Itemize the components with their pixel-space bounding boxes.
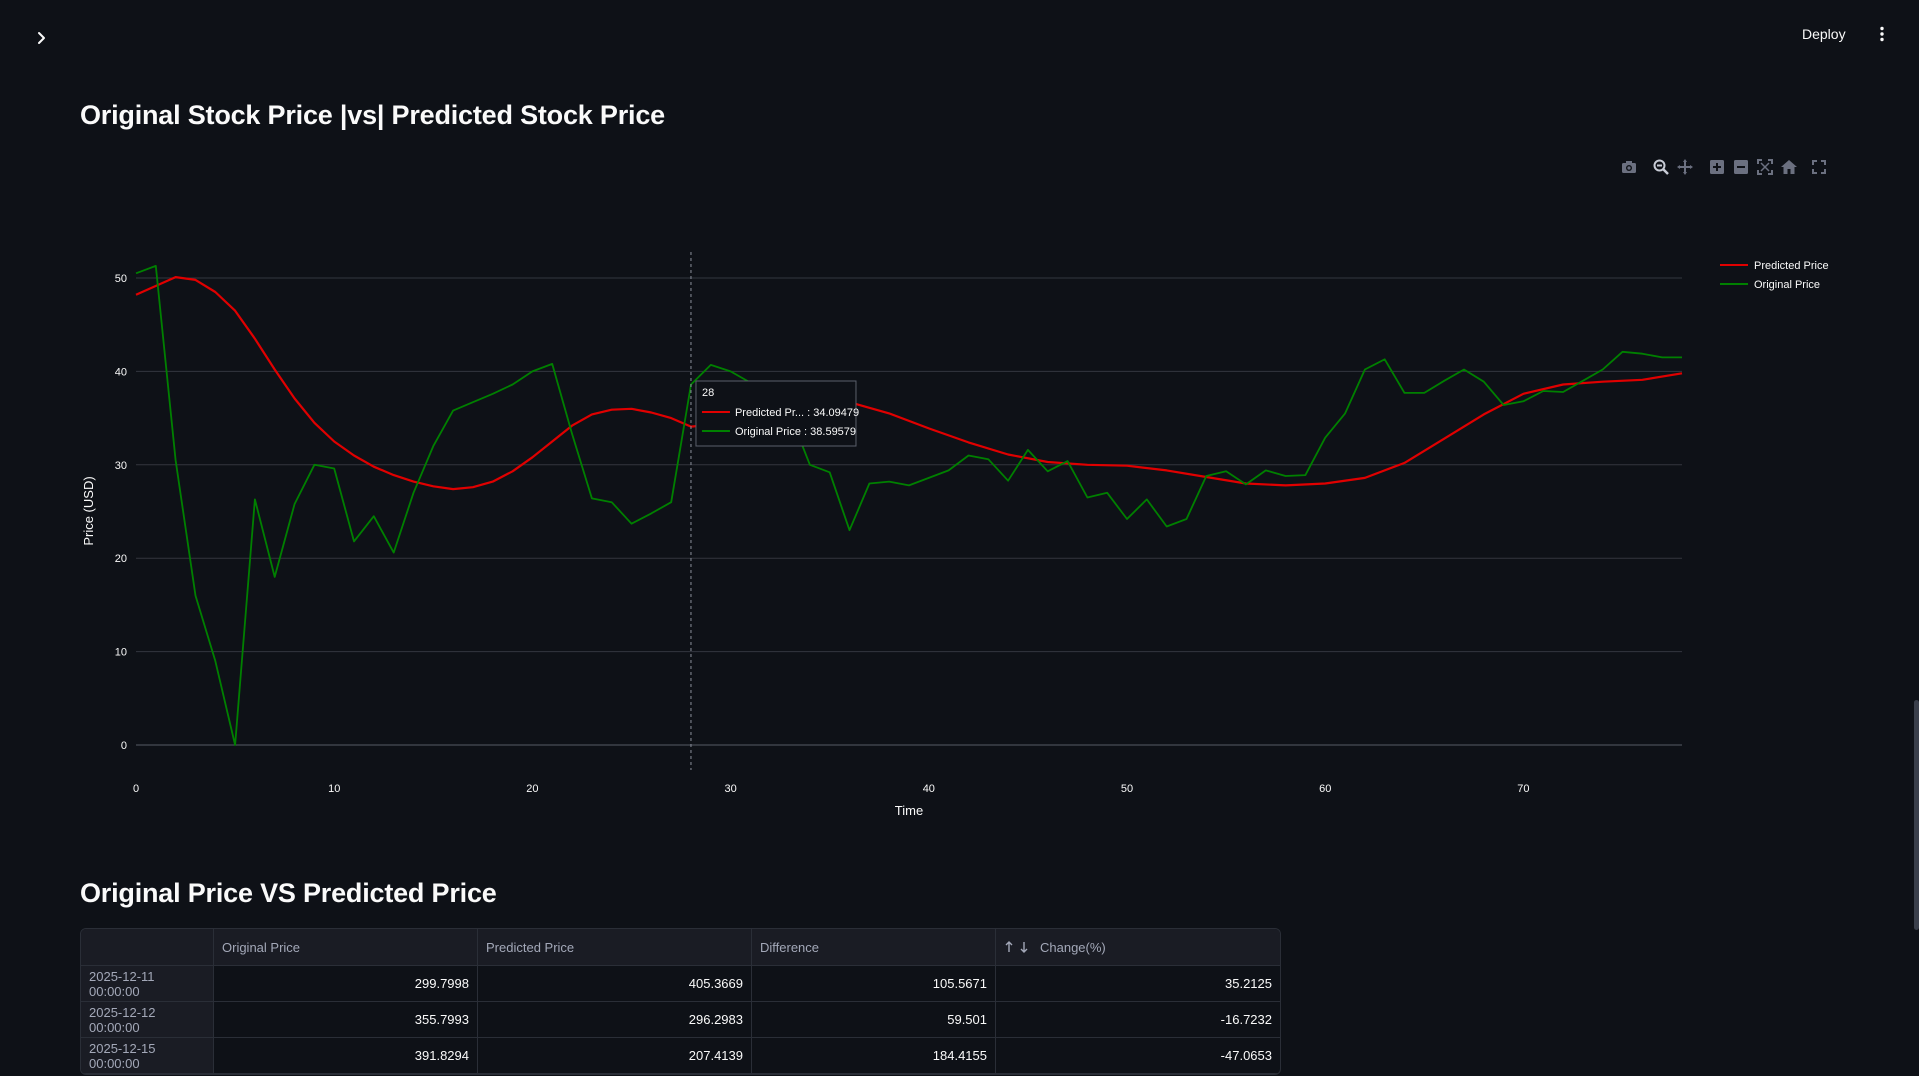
column-header-predicted-price[interactable]: Predicted Price: [478, 929, 752, 965]
x-tick-label: 60: [1319, 783, 1331, 795]
table-header-row: Original Price Predicted Price Differenc…: [81, 929, 1280, 966]
table-row[interactable]: 2025-12-12 00:00:00 355.7993 296.2983 59…: [81, 1002, 1280, 1038]
change-cell[interactable]: -47.0653: [996, 1038, 1280, 1073]
comparison-table[interactable]: Original Price Predicted Price Differenc…: [80, 928, 1281, 1075]
difference-cell[interactable]: 184.4155: [752, 1038, 996, 1073]
table-heading: Original Price VS Predicted Price: [80, 878, 497, 908]
sort-arrows-icon[interactable]: [1004, 940, 1032, 954]
predicted-price-cell[interactable]: 405.3669: [478, 966, 752, 1001]
column-header-change[interactable]: Change(%): [996, 929, 1280, 965]
hover-item-label: Original Price : 38.59579: [735, 426, 856, 438]
row-index: 2025-12-12 00:00:00: [81, 1002, 214, 1037]
x-axis-title: Time: [895, 803, 923, 818]
series-line[interactable]: [135, 264, 1682, 746]
hover-x-label: 28: [702, 387, 714, 399]
x-tick-label: 30: [724, 783, 736, 795]
y-tick-label: 50: [115, 273, 127, 285]
y-tick-label: 10: [115, 647, 127, 659]
y-tick-label: 0: [121, 740, 127, 752]
index-header[interactable]: [81, 929, 214, 965]
y-axis-title: Price (USD): [81, 476, 96, 545]
hover-item-label: Predicted Pr... : 34.09479: [735, 407, 859, 419]
predicted-price-cell[interactable]: 296.2983: [478, 1002, 752, 1037]
y-tick-label: 30: [115, 460, 127, 472]
change-cell[interactable]: -16.7232: [996, 1002, 1280, 1037]
table-row[interactable]: 2025-12-11 00:00:00 299.7998 405.3669 10…: [81, 966, 1280, 1002]
x-tick-label: 0: [133, 783, 139, 795]
column-header-original-price[interactable]: Original Price: [214, 929, 478, 965]
difference-cell[interactable]: 105.5671: [752, 966, 996, 1001]
y-tick-label: 20: [115, 553, 127, 565]
row-index: 2025-12-11 00:00:00: [81, 966, 214, 1001]
original-price-cell[interactable]: 391.8294: [214, 1038, 478, 1073]
page-scrollbar[interactable]: [1914, 700, 1919, 930]
column-header-difference[interactable]: Difference: [752, 929, 996, 965]
difference-cell[interactable]: 59.501: [752, 1002, 996, 1037]
original-price-cell[interactable]: 299.7998: [214, 966, 478, 1001]
x-tick-label: 50: [1121, 783, 1133, 795]
x-tick-label: 40: [923, 783, 935, 795]
change-cell[interactable]: 35.2125: [996, 966, 1280, 1001]
legend-item-label[interactable]: Original Price: [1754, 279, 1820, 291]
price-line-chart[interactable]: 0 10 20 30 40 50 0 10 20 30 40 50 60 70 Time Price (U…: [0, 0, 1919, 850]
table-row[interactable]: 2025-12-15 00:00:00 391.8294 207.4139 18…: [81, 1038, 1280, 1074]
change-header-label: Change(%): [1040, 939, 1106, 955]
x-tick-label: 20: [526, 783, 538, 795]
series-line[interactable]: [135, 276, 1683, 491]
legend-item-label[interactable]: Predicted Price: [1754, 260, 1829, 272]
y-tick-label: 40: [115, 366, 127, 378]
x-tick-label: 70: [1517, 783, 1529, 795]
original-price-cell[interactable]: 355.7993: [214, 1002, 478, 1037]
predicted-price-cell[interactable]: 207.4139: [478, 1038, 752, 1073]
x-tick-label: 10: [328, 783, 340, 795]
row-index: 2025-12-15 00:00:00: [81, 1038, 214, 1073]
